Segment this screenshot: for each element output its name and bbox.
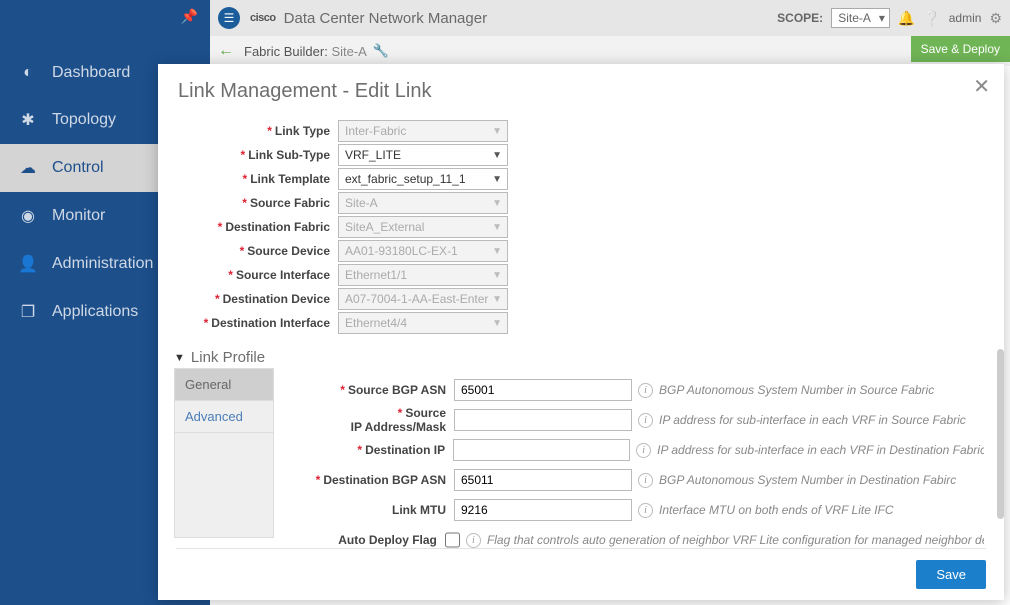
collapse-icon[interactable]: ▼ — [174, 352, 185, 364]
info-icon[interactable]: i — [638, 503, 653, 518]
destination-interface-select: Ethernet4/4▼ — [338, 312, 508, 334]
wrench-icon[interactable]: 🔧 — [373, 43, 389, 59]
tab-advanced[interactable]: Advanced — [175, 401, 273, 433]
source-bgp-asn-input[interactable] — [454, 379, 632, 401]
link-type-label: Link Type — [275, 124, 330, 138]
sidebar-item-label: Dashboard — [52, 64, 130, 82]
breadcrumb-value: Site-A — [331, 44, 366, 59]
source-interface-label: Source Interface — [236, 268, 330, 282]
cloud-icon: ☁ — [18, 158, 38, 178]
destination-bgp-asn-input[interactable] — [454, 469, 632, 491]
menu-toggle-icon[interactable]: ☰ — [218, 7, 240, 29]
destination-ip-label: Destination IP — [365, 443, 445, 457]
link-profile-title: Link Profile — [191, 349, 265, 366]
back-arrow-icon[interactable]: ← — [218, 42, 234, 60]
user-label[interactable]: admin — [949, 11, 982, 25]
auto-deploy-label: Auto Deploy Flag — [338, 533, 437, 547]
auto-deploy-checkbox[interactable] — [445, 532, 460, 548]
profile-tabs: General Advanced — [174, 368, 274, 538]
destination-ip-hint: IP address for sub-interface in each VRF… — [657, 443, 984, 457]
sidebar-item-label: Administration — [52, 255, 153, 273]
info-icon[interactable]: i — [636, 443, 651, 458]
brand-logo: cisco — [250, 12, 276, 24]
link-sub-type-label: Link Sub-Type — [248, 148, 330, 162]
save-deploy-button[interactable]: Save & Deploy — [911, 36, 1010, 62]
help-icon[interactable]: ❔ — [923, 10, 940, 27]
close-icon[interactable]: ✕ — [973, 74, 990, 99]
link-mtu-label: Link MTU — [392, 503, 446, 517]
scrollbar[interactable] — [996, 349, 1004, 548]
info-icon[interactable]: i — [638, 473, 653, 488]
link-form: *Link Type Inter-Fabric▼ *Link Sub-Type … — [158, 113, 1004, 335]
source-interface-select: Ethernet1/1▼ — [338, 264, 508, 286]
destination-ip-input[interactable] — [453, 439, 630, 461]
bell-icon[interactable]: 🔔 — [898, 10, 915, 27]
gear-icon[interactable]: ⚙ — [989, 10, 1002, 27]
info-icon[interactable]: i — [638, 413, 653, 428]
scope-label: SCOPE: — [777, 11, 823, 25]
link-profile-header[interactable]: ▼ Link Profile — [174, 349, 988, 366]
breadcrumb-prefix: Fabric Builder: — [244, 44, 328, 59]
profile-fields: *Source BGP ASN i BGP Autonomous System … — [274, 368, 988, 548]
top-header: ☰ cisco Data Center Network Manager SCOP… — [210, 0, 1010, 36]
sidebar-item-label: Topology — [52, 111, 116, 129]
edit-link-modal: Link Management - Edit Link ✕ *Link Type… — [158, 64, 1004, 600]
source-fabric-label: Source Fabric — [250, 196, 330, 210]
link-template-select[interactable]: ext_fabric_setup_11_1▼ — [338, 168, 508, 190]
topology-icon: ✱ — [18, 110, 38, 130]
link-mtu-hint: Interface MTU on both ends of VRF Lite I… — [659, 503, 894, 517]
eye-icon: ◉ — [18, 206, 38, 226]
pin-icon[interactable]: 📌 — [181, 8, 198, 25]
source-device-select: AA01-93180LC-EX-1▼ — [338, 240, 508, 262]
apps-icon: ❐ — [18, 302, 38, 322]
destination-bgp-asn-hint: BGP Autonomous System Number in Destinat… — [659, 473, 956, 487]
link-mtu-input[interactable] — [454, 499, 632, 521]
sidebar-item-label: Control — [52, 159, 104, 177]
link-type-select: Inter-Fabric▼ — [338, 120, 508, 142]
source-ip-hint: IP address for sub-interface in each VRF… — [659, 413, 966, 427]
destination-device-label: Destination Device — [223, 292, 330, 306]
scope-select[interactable]: Site-A — [831, 8, 890, 28]
sub-header: ← Fabric Builder: Site-A 🔧 Save & Deploy — [210, 36, 1010, 66]
product-title: Data Center Network Manager — [284, 10, 487, 27]
gauge-icon: ◐ — [18, 64, 38, 82]
sidebar-item-label: Applications — [52, 303, 138, 321]
source-bgp-asn-label: Source BGP ASN — [348, 383, 446, 397]
sidebar-item-label: Monitor — [52, 207, 105, 225]
auto-deploy-hint: Flag that controls auto generation of ne… — [487, 533, 984, 547]
source-device-label: Source Device — [247, 244, 330, 258]
tab-general[interactable]: General — [175, 369, 273, 401]
modal-title: Link Management - Edit Link — [158, 64, 1004, 113]
info-icon[interactable]: i — [638, 383, 653, 398]
destination-device-select: A07-7004-1-AA-East-Enterprise▼ — [338, 288, 508, 310]
user-plus-icon: 👤 — [18, 254, 38, 274]
save-button[interactable]: Save — [916, 560, 986, 589]
info-icon[interactable]: i — [466, 533, 481, 548]
modal-footer: Save — [176, 548, 986, 600]
destination-bgp-asn-label: Destination BGP ASN — [323, 473, 446, 487]
link-profile-section: ▼ Link Profile General Advanced *Source … — [158, 349, 1004, 548]
source-fabric-select: Site-A▼ — [338, 192, 508, 214]
link-sub-type-select[interactable]: VRF_LITE▼ — [338, 144, 508, 166]
destination-fabric-select: SiteA_External▼ — [338, 216, 508, 238]
destination-fabric-label: Destination Fabric — [225, 220, 330, 234]
source-bgp-asn-hint: BGP Autonomous System Number in Source F… — [659, 383, 934, 397]
link-template-label: Link Template — [250, 172, 330, 186]
source-ip-input[interactable] — [454, 409, 632, 431]
destination-interface-label: Destination Interface — [211, 316, 330, 330]
